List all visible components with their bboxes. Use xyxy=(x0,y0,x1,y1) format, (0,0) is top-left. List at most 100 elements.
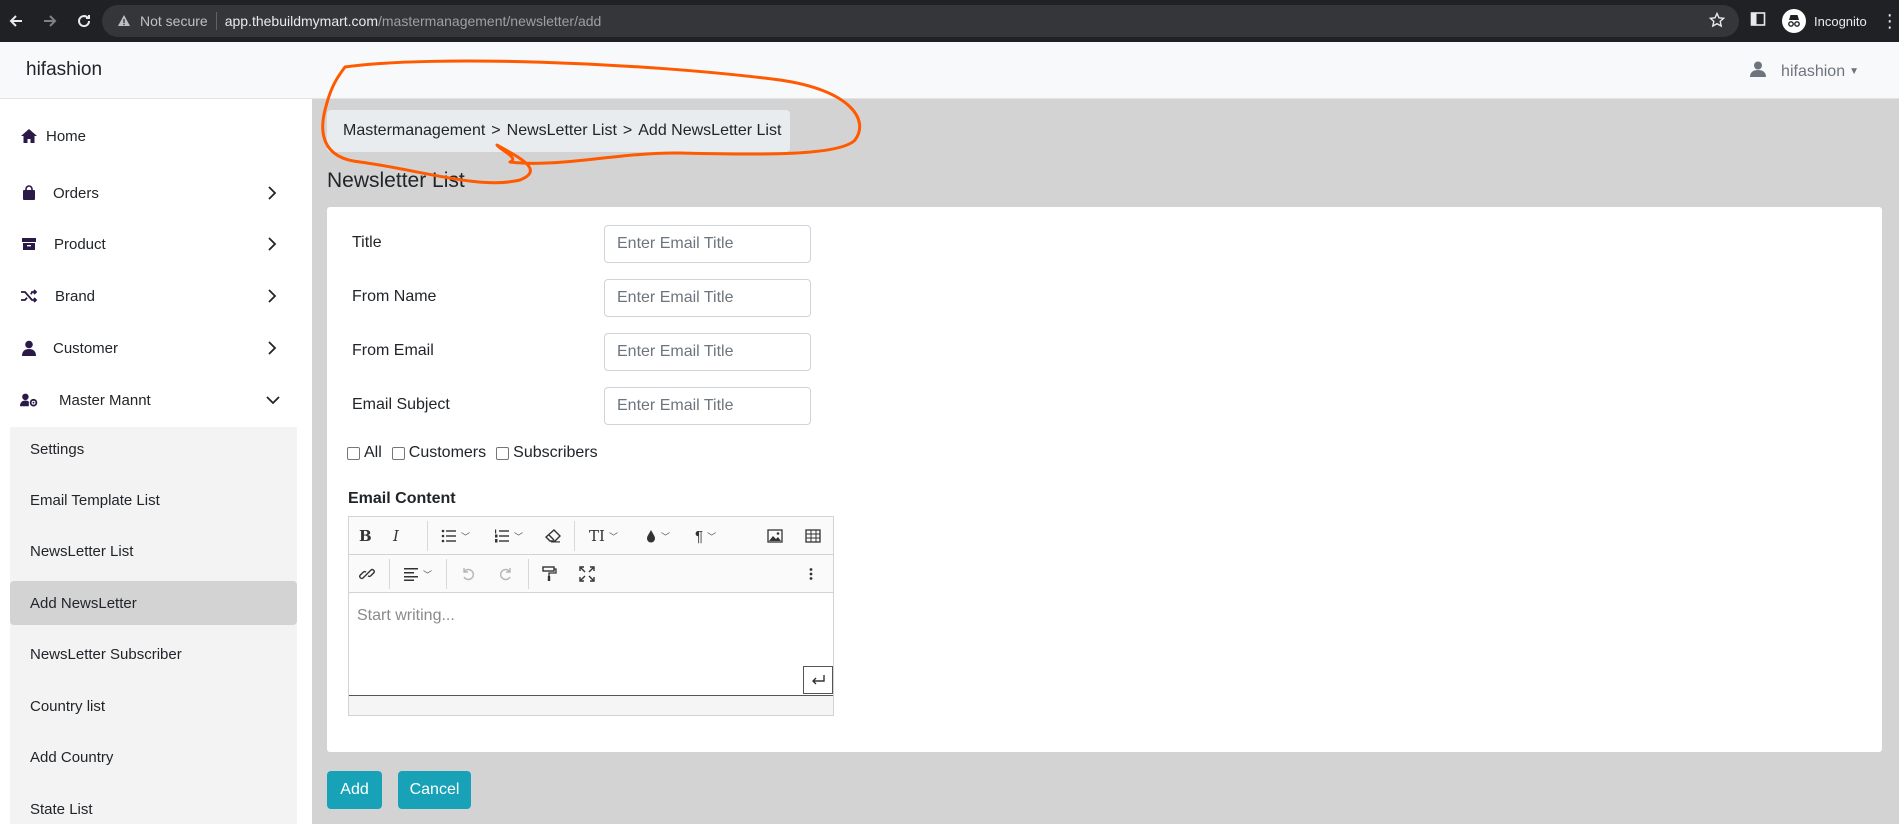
from-email-label: From Email xyxy=(352,342,434,359)
checkbox-label: Subscribers xyxy=(513,444,598,461)
redo-button[interactable] xyxy=(499,564,513,584)
chevron-right-icon xyxy=(264,288,280,304)
numbered-list-button[interactable]: ﹀ xyxy=(494,526,523,546)
toolbar-divider xyxy=(427,521,428,551)
rich-text-editor: B I ﹀ ﹀ TI ﹀ ﹀ ¶ ﹀ ﹀ Start writing... xyxy=(348,516,834,716)
newsletter-form-card: Title From Name From Email Email Subject… xyxy=(327,207,1882,752)
reload-icon[interactable] xyxy=(70,7,98,35)
undo-button[interactable] xyxy=(461,564,475,584)
submenu-item-email-template-list[interactable]: Email Template List xyxy=(10,478,297,522)
breadcrumb-item-current: Add NewsLetter List xyxy=(638,122,782,139)
insert-table-button[interactable] xyxy=(805,526,821,546)
sidebar-item-master-mannt[interactable]: Master Mannt xyxy=(0,378,312,422)
insert-image-button[interactable] xyxy=(767,526,783,546)
chevron-down-icon: ﹀ xyxy=(661,531,671,542)
color-drop-icon xyxy=(647,530,655,543)
omnibox-divider xyxy=(215,12,217,30)
submenu-item-label: Email Template List xyxy=(30,491,160,509)
sidebar-item-label: Orders xyxy=(53,184,99,202)
italic-button[interactable]: I xyxy=(393,526,399,546)
enter-icon[interactable] xyxy=(803,666,833,694)
breadcrumb-item[interactable]: Mastermanagement xyxy=(343,122,485,140)
align-button[interactable]: ﹀ xyxy=(403,564,432,584)
security-status[interactable]: Not secure xyxy=(140,13,208,29)
shuffle-icon xyxy=(20,287,38,305)
chevron-right-icon xyxy=(264,236,280,252)
paragraph-icon: ¶ xyxy=(695,527,704,545)
from-email-input[interactable] xyxy=(604,333,811,371)
breadcrumb: Mastermanagement > NewsLetter List > Add… xyxy=(327,110,790,152)
text-size-icon: TI xyxy=(589,527,605,545)
user-avatar-icon xyxy=(1749,60,1767,83)
recipient-all[interactable]: All xyxy=(347,444,382,462)
from-name-label: From Name xyxy=(352,288,437,305)
bullet-list-button[interactable]: ﹀ xyxy=(441,526,470,546)
checkbox-customers[interactable] xyxy=(391,446,405,460)
paint-roller-icon xyxy=(542,566,557,581)
editor-content-area[interactable]: Start writing... xyxy=(357,607,455,625)
recipient-subscribers[interactable]: Subscribers xyxy=(496,444,598,462)
add-button[interactable]: Add xyxy=(327,771,382,809)
checkbox-subscribers[interactable] xyxy=(496,446,510,460)
title-label: Title xyxy=(352,234,382,251)
sidebar-item-home[interactable]: Home xyxy=(0,114,312,158)
brand-name[interactable]: hifashion xyxy=(26,59,102,81)
submenu-item-state-list[interactable]: State List xyxy=(10,787,297,824)
forward-icon[interactable] xyxy=(36,7,64,35)
browser-actions: Incognito ⋮ xyxy=(1750,0,1899,42)
checkbox-label: Customers xyxy=(408,444,487,461)
email-subject-input[interactable] xyxy=(604,387,811,425)
fullscreen-icon xyxy=(579,566,595,582)
fullscreen-button[interactable] xyxy=(579,564,595,584)
bookmark-star-icon[interactable] xyxy=(1708,11,1726,31)
submenu-item-label: Settings xyxy=(30,440,85,458)
email-content-label: Email Content xyxy=(348,490,456,507)
sidebar-item-brand[interactable]: Brand xyxy=(0,274,312,318)
chevron-down-icon: ﹀ xyxy=(707,531,717,542)
checkbox-all[interactable] xyxy=(347,446,360,460)
submenu-item-add-newsletter[interactable]: Add NewsLetter xyxy=(10,581,297,625)
breadcrumb-item[interactable]: NewsLetter List xyxy=(507,122,617,140)
breadcrumb-separator: > xyxy=(622,122,633,139)
submenu-item-newsletter-list[interactable]: NewsLetter List xyxy=(10,529,297,573)
user-name: hifashion xyxy=(1781,62,1846,80)
editor-status-bar xyxy=(349,695,833,715)
side-panel-icon[interactable] xyxy=(1750,11,1766,32)
bold-button[interactable]: B xyxy=(359,526,372,546)
chevron-down-icon: ﹀ xyxy=(514,531,524,542)
submenu-item-add-country[interactable]: Add Country xyxy=(10,735,297,779)
recipient-customers[interactable]: Customers xyxy=(391,444,487,462)
submenu-item-label: State List xyxy=(30,800,93,818)
chevron-right-icon xyxy=(264,340,280,356)
text-size-button[interactable]: TI ﹀ xyxy=(589,526,618,546)
sidebar-item-label: Home xyxy=(46,127,87,145)
submenu-item-label: Add Country xyxy=(30,748,114,766)
submenu-item-newsletter-subscriber[interactable]: NewsLetter Subscriber xyxy=(10,632,297,676)
from-name-input[interactable] xyxy=(604,279,811,317)
address-bar[interactable]: Not secure app.thebuildmymart.com/master… xyxy=(102,5,1739,37)
incognito-icon[interactable] xyxy=(1782,9,1806,33)
app-header: hifashion hifashion ▼ xyxy=(0,42,1899,99)
insert-link-button[interactable] xyxy=(359,564,375,584)
sidebar-item-product[interactable]: Product xyxy=(0,222,312,266)
submenu-item-country-list[interactable]: Country list xyxy=(10,684,297,728)
sidebar-item-customer[interactable]: Customer xyxy=(0,326,312,370)
sidebar-item-orders[interactable]: Orders xyxy=(0,171,312,215)
home-icon xyxy=(20,127,38,145)
cancel-button[interactable]: Cancel xyxy=(398,771,471,809)
more-options-icon[interactable] xyxy=(809,564,813,584)
title-input[interactable] xyxy=(604,225,811,263)
eraser-icon xyxy=(545,529,561,543)
browser-menu-icon[interactable]: ⋮ xyxy=(1881,11,1899,32)
chevron-down-icon: ﹀ xyxy=(423,569,433,580)
submenu-item-settings[interactable]: Settings xyxy=(10,427,297,471)
clear-format-button[interactable] xyxy=(545,526,561,546)
back-icon[interactable] xyxy=(2,7,30,35)
paragraph-button[interactable]: ¶ ﹀ xyxy=(695,526,716,546)
editor-toolbar-row-1: B I ﹀ ﹀ TI ﹀ ﹀ ¶ ﹀ xyxy=(349,517,833,555)
text-color-button[interactable]: ﹀ xyxy=(645,526,670,546)
chevron-right-icon xyxy=(264,185,280,201)
format-painter-button[interactable] xyxy=(541,564,557,584)
submenu-item-label: NewsLetter Subscriber xyxy=(30,645,182,663)
user-menu[interactable]: hifashion ▼ xyxy=(1749,60,1859,83)
